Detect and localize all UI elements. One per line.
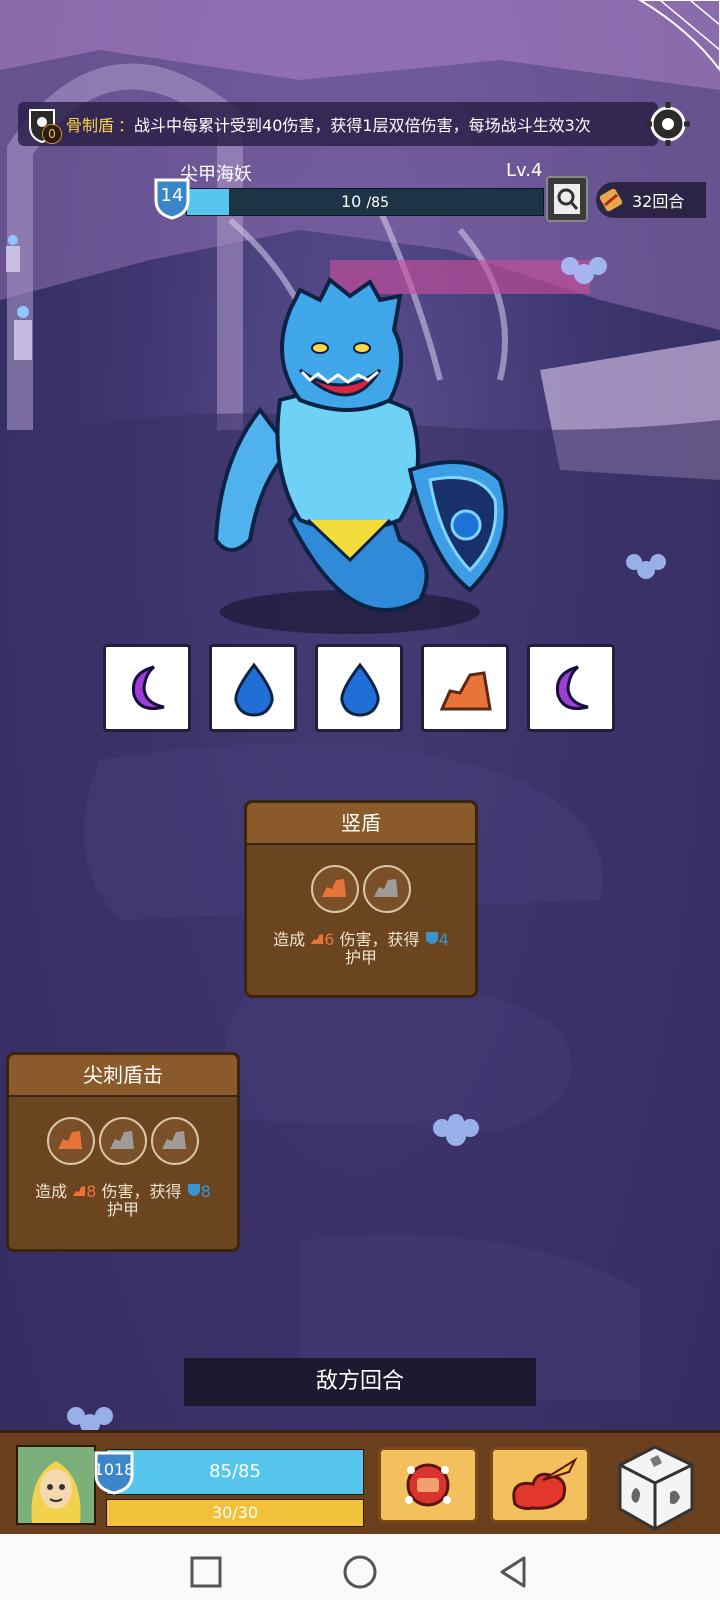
round-counter: 32回合	[596, 182, 706, 218]
player-energy-text: 30/30	[211, 1503, 259, 1522]
enemy-level: Lv.4	[506, 160, 543, 181]
player-avatar[interactable]	[16, 1445, 96, 1525]
fire-skill-button[interactable]	[490, 1447, 590, 1523]
fire-strike-icon	[512, 1457, 578, 1510]
damage-value: 6	[310, 930, 334, 949]
moon-icon	[555, 665, 589, 710]
recent-apps-square-icon[interactable]	[186, 1552, 226, 1592]
rock-icon	[162, 1131, 186, 1149]
player-hp-bar: 85/85	[106, 1449, 364, 1495]
system-nav-bar	[0, 1534, 720, 1600]
card-title: 尖刺盾击	[9, 1055, 237, 1097]
rock-icon	[374, 879, 398, 897]
skill-card-upright-shield[interactable]: 竖盾 造成 6 伤害，获得 4 护甲	[244, 800, 478, 998]
armor-value: 4	[425, 930, 449, 949]
shield-icon	[425, 932, 438, 944]
cost-slot-rock-gray	[99, 1117, 147, 1165]
relic-name-colon: ：	[118, 116, 135, 135]
rock-icon	[322, 879, 346, 897]
settings-gear-icon[interactable]	[640, 100, 696, 150]
card-description: 造成 8 伤害，获得 8 护甲	[35, 1182, 211, 1219]
cost-slot-rock-orange	[311, 865, 359, 913]
magnifier-icon	[554, 184, 580, 214]
skill-card-spike-shield-bash[interactable]: 尖刺盾击 造成 8 伤害，获得 8 护甲	[6, 1052, 240, 1252]
card-description: 造成 6 伤害，获得 4 护甲	[273, 930, 449, 967]
player-energy-bar: 30/30	[106, 1499, 364, 1527]
water-drop-icon	[340, 662, 380, 717]
enemy-hp-bar: 10 /85	[186, 188, 544, 216]
cost-slot-rock-gray	[151, 1117, 199, 1165]
card-cost-slots	[247, 865, 475, 913]
rock-icon	[439, 671, 492, 711]
player-hp-text: 85/85	[209, 1461, 261, 1482]
damage-value: 8	[72, 1182, 96, 1201]
rock-icon	[311, 934, 324, 944]
cost-slot-rock-gray	[363, 865, 411, 913]
home-circle-icon[interactable]	[340, 1552, 380, 1592]
shield-icon	[187, 1184, 200, 1196]
rock-icon	[58, 1131, 82, 1149]
spiked-fist-icon	[405, 1463, 451, 1507]
relic-description: 战斗中每累计受到40伤害，获得1层双倍伤害，每场战斗生效3次	[134, 116, 591, 135]
punch-skill-button[interactable]	[378, 1447, 478, 1523]
intent-slot-1	[103, 644, 191, 732]
moon-icon	[131, 665, 165, 710]
intent-slot-3	[315, 644, 403, 732]
enemy-turn-banner: 敌方回合	[184, 1358, 536, 1406]
card-title: 竖盾	[247, 803, 475, 845]
relic-name: 骨制盾	[66, 116, 115, 135]
armor-value: 8	[187, 1182, 211, 1201]
card-cost-slots	[9, 1117, 237, 1165]
enemy-hp-text: 10 /85	[341, 192, 389, 211]
rock-icon	[73, 1186, 86, 1196]
enemy-armor-value: 14	[160, 185, 184, 206]
player-armor-value: 1018	[93, 1460, 135, 1479]
scroll-icon	[599, 188, 623, 212]
bone-shield-relic-icon[interactable]: 0	[22, 104, 62, 144]
enemy-armor-shield-icon: 14	[152, 176, 192, 220]
relic-count-badge: 0	[42, 124, 62, 144]
relic-banner[interactable]: 0 骨制盾 ： 战斗中每累计受到40伤害，获得1层双倍伤害，每场战斗生效3次	[18, 102, 658, 146]
intent-slot-2	[209, 644, 297, 732]
back-triangle-icon[interactable]	[494, 1552, 534, 1592]
inspect-enemy-button[interactable]	[546, 176, 588, 222]
intent-slot-4	[421, 644, 509, 732]
round-count-text: 32回合	[632, 192, 685, 211]
rock-icon	[110, 1131, 134, 1149]
player-panel: 85/85 30/30 1018	[0, 1430, 720, 1537]
roll-dice-button[interactable]	[610, 1441, 700, 1533]
water-drop-icon	[234, 662, 274, 717]
cost-slot-rock-orange	[47, 1117, 95, 1165]
intent-slot-5	[527, 644, 615, 732]
